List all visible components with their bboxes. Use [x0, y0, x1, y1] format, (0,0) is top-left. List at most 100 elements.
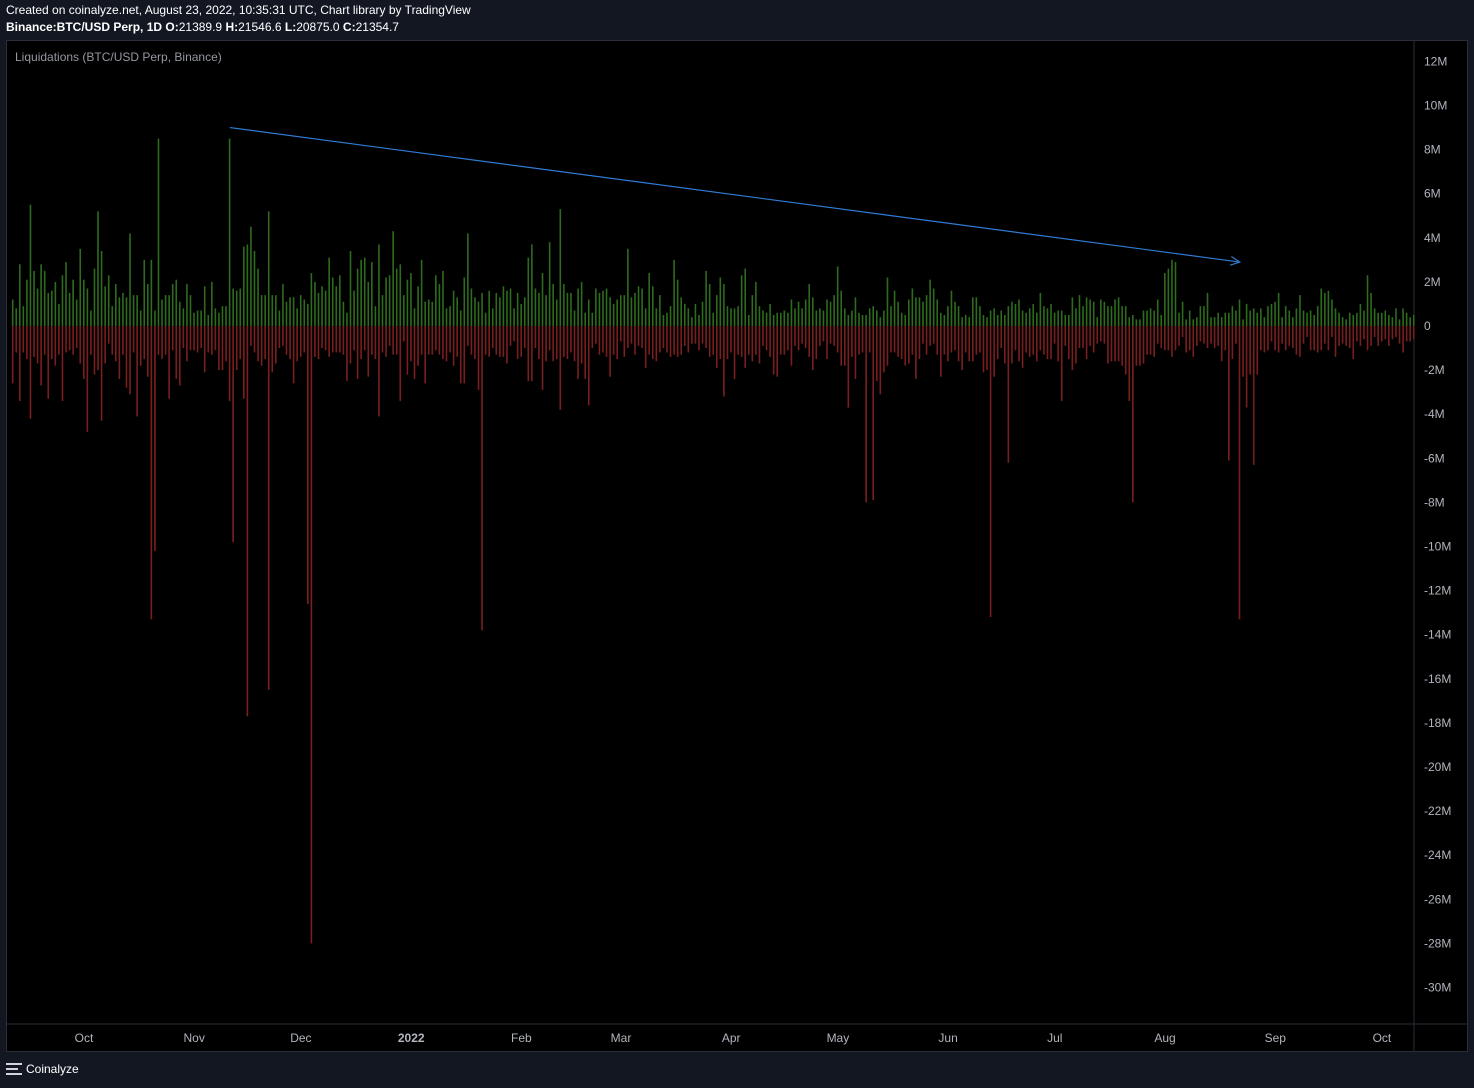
short-liquidation-bar: [1338, 326, 1340, 346]
y-tick-label: -24M: [1424, 848, 1451, 862]
short-liquidation-bar: [1156, 326, 1159, 344]
long-liquidation-bar: [687, 308, 690, 326]
long-liquidation-bar: [566, 292, 569, 326]
long-liquidation-bar: [1231, 306, 1234, 326]
short-liquidation-bar: [335, 326, 338, 353]
short-liquidation-bar: [883, 326, 885, 373]
short-liquidation-bar: [641, 326, 643, 349]
long-liquidation-bar: [438, 284, 441, 326]
long-liquidation-bar: [904, 314, 907, 326]
long-liquidation-bar: [996, 314, 999, 326]
short-liquidation-bar: [623, 326, 626, 357]
short-liquidation-bar: [374, 326, 377, 360]
short-liquidation-bar: [737, 326, 739, 355]
long-liquidation-bar: [1025, 312, 1027, 326]
menu-icon[interactable]: [6, 1063, 22, 1075]
long-liquidation-bar: [975, 297, 978, 326]
short-liquidation-bar: [662, 326, 665, 349]
short-liquidation-bar: [872, 326, 875, 501]
short-liquidation-bar: [925, 326, 928, 355]
short-liquidation-bar: [666, 326, 668, 353]
liquidations-chart[interactable]: 12M 10M 8M 6M 4M 2M 0 -2M -4M -6M -8M -10M -12M -14M -…: [0, 0, 1474, 1088]
short-liquidation-bar: [1149, 326, 1152, 355]
long-liquidation-bar: [1334, 308, 1337, 326]
long-liquidation-bar: [381, 295, 384, 326]
long-liquidation-bar: [75, 299, 78, 326]
long-liquidation-bar: [1185, 319, 1187, 326]
short-liquidation-bar: [1178, 326, 1180, 346]
long-liquidation-bar: [1242, 319, 1244, 326]
short-liquidation-bar: [381, 326, 384, 353]
long-liquidation-bar: [929, 279, 931, 326]
long-liquidation-bar: [175, 279, 178, 326]
short-liquidation-bar: [136, 326, 138, 417]
long-liquidation-bar: [499, 297, 501, 326]
short-liquidation-bar: [285, 326, 288, 355]
long-liquidation-bar: [136, 295, 138, 326]
short-liquidation-bar: [1217, 326, 1219, 346]
long-liquidation-bar: [819, 308, 821, 326]
long-liquidation-bar: [303, 299, 306, 326]
short-liquidation-bar: [1050, 326, 1052, 360]
trendline[interactable]: [229, 126, 1240, 263]
short-liquidation-bar: [986, 326, 988, 371]
short-liquidation-bar: [18, 326, 21, 401]
long-liquidation-bar: [1192, 319, 1195, 326]
long-liquidation-bar: [598, 292, 601, 326]
long-liquidation-bar: [463, 277, 466, 326]
long-liquidation-bar: [897, 301, 899, 326]
short-liquidation-bar: [833, 326, 835, 346]
short-liquidation-bar: [740, 326, 743, 357]
long-liquidation-bar: [147, 284, 149, 326]
short-liquidation-bar: [310, 326, 313, 944]
long-liquidation-bar: [851, 310, 853, 326]
long-liquidation-bar: [246, 244, 249, 326]
long-liquidation-bar: [424, 301, 426, 326]
short-liquidation-bar: [75, 326, 78, 349]
long-liquidation-bar: [445, 308, 448, 326]
short-liquidation-bar: [964, 326, 967, 353]
short-liquidation-bar: [257, 326, 259, 362]
short-liquidation-bar: [577, 326, 579, 379]
long-liquidation-bar: [616, 299, 618, 326]
short-liquidation-bar: [459, 326, 462, 384]
long-liquidation-bar: [1405, 312, 1408, 326]
long-liquidation-bar: [1018, 299, 1020, 326]
short-liquidation-bar: [1181, 326, 1184, 338]
long-liquidation-bar: [708, 284, 711, 326]
long-liquidation-bar: [342, 301, 345, 326]
short-liquidation-bar: [762, 326, 764, 346]
long-liquidation-bar: [378, 244, 380, 326]
long-liquidation-bar: [563, 284, 565, 326]
long-liquidation-bar: [65, 262, 67, 326]
x-tick-label: Nov: [184, 1031, 205, 1045]
long-liquidation-bar: [417, 286, 419, 326]
long-liquidation-bar: [1391, 317, 1394, 326]
bars-group: [11, 138, 1415, 944]
short-liquidation-bar: [527, 326, 530, 382]
long-liquidation-bar: [211, 281, 213, 326]
short-liquidation-bar: [1281, 326, 1283, 344]
short-liquidation-bar: [442, 326, 444, 360]
short-liquidation-bar: [1117, 326, 1120, 362]
short-liquidation-bar: [33, 326, 35, 357]
short-liquidation-bar: [211, 326, 213, 355]
short-liquidation-bar: [1139, 326, 1141, 366]
long-liquidation-bar: [435, 275, 437, 326]
short-liquidation-bar: [673, 326, 675, 355]
long-liquidation-bar: [1217, 312, 1219, 326]
y-tick-label: -20M: [1424, 760, 1451, 774]
short-liquidation-bar: [907, 326, 910, 364]
long-liquidation-bar: [627, 248, 629, 326]
long-liquidation-bar: [527, 257, 530, 326]
long-liquidation-bar: [367, 281, 370, 326]
short-liquidation-bar: [1235, 326, 1237, 344]
short-liquidation-bar: [299, 326, 302, 357]
short-liquidation-bar: [1196, 326, 1198, 346]
long-liquidation-bar: [307, 303, 309, 326]
long-liquidation-bar: [794, 308, 796, 326]
short-liquidation-bar: [1395, 326, 1397, 338]
y-tick-label: 12M: [1424, 54, 1447, 68]
short-liquidation-bar: [634, 326, 636, 355]
short-liquidation-bar: [595, 326, 597, 344]
